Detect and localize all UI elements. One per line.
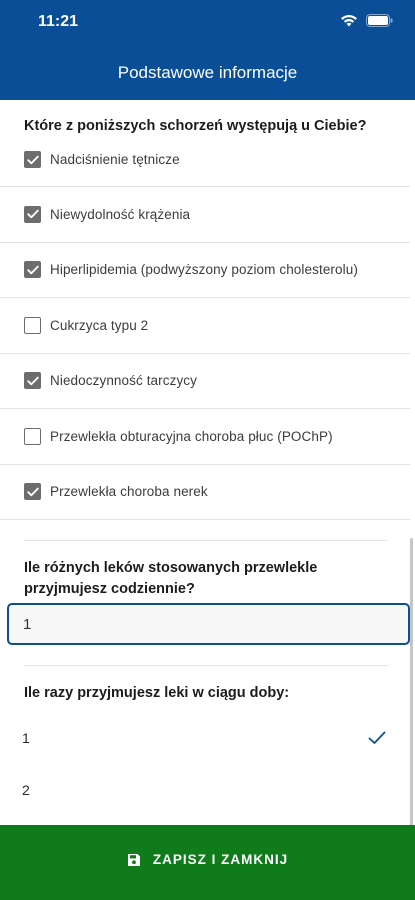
checkmark-icon	[368, 731, 386, 744]
status-time: 11:21	[38, 13, 79, 30]
condition-checkbox-row[interactable]: Niewydolność krążenia	[0, 187, 410, 243]
wifi-icon	[341, 14, 357, 27]
conditions-list: Nadciśnienie tętnicze Niewydolność krążen…	[0, 133, 410, 520]
floppy-disk-icon	[127, 853, 140, 866]
medications-count-field[interactable]	[7, 603, 410, 645]
page-title: Podstawowe informacje	[117, 63, 298, 82]
checkbox-checked-icon[interactable]	[24, 151, 41, 168]
checkbox-checked-icon[interactable]	[24, 372, 41, 390]
condition-label: Hiperlipidemia (podwyższony poziom chole…	[50, 262, 358, 278]
condition-label: Przewlekła obturacyjna choroba płuc (POC…	[50, 428, 333, 444]
condition-label: Przewlekła choroba nerek	[50, 484, 208, 500]
condition-label: Nadciśnienie tętnicze	[50, 152, 180, 167]
save-button-label: ZAPISZ I ZAMKNIJ	[152, 852, 289, 867]
save-and-close-button[interactable]: ZAPISZ I ZAMKNIJ	[127, 852, 288, 867]
condition-label: Niewydolność krążenia	[50, 206, 191, 222]
dose-option-2[interactable]: 2	[0, 765, 410, 817]
dose-option-1[interactable]: 1	[0, 713, 410, 765]
condition-label: Niedoczynność tarczycy	[50, 373, 198, 389]
status-bar: 11:21	[0, 0, 415, 48]
scrollbar[interactable]	[410, 538, 413, 825]
navigation-bar: Podstawowe informacje	[0, 48, 415, 100]
status-icons	[340, 14, 393, 27]
condition-checkbox-row[interactable]: Cukrzyca typu 2	[0, 298, 410, 354]
condition-checkbox-row[interactable]: Nadciśnienie tętnicze	[0, 133, 410, 187]
checkbox-unchecked-icon[interactable]	[24, 316, 41, 334]
divider	[24, 665, 388, 666]
dose-option-label: 2	[22, 782, 30, 798]
checkbox-checked-icon[interactable]	[24, 205, 41, 223]
doses-question: Ile razy przyjmujesz leki w ciągu doby:	[24, 685, 290, 701]
checkbox-checked-icon[interactable]	[24, 261, 41, 279]
checkbox-unchecked-icon[interactable]	[24, 427, 41, 445]
divider	[24, 540, 388, 541]
battery-icon	[366, 14, 393, 27]
save-bar: ZAPISZ I ZAMKNIJ	[0, 825, 415, 900]
medications-question: Ile różnych leków stosowanych przewlekle…	[24, 560, 318, 597]
condition-checkbox-row[interactable]: Przewlekła obturacyjna choroba płuc (POC…	[0, 409, 410, 465]
medications-count-input[interactable]	[9, 605, 408, 643]
dose-option-label: 1	[22, 730, 30, 746]
condition-checkbox-row[interactable]: Niedoczynność tarczycy	[0, 354, 410, 409]
condition-label: Cukrzyca typu 2	[50, 317, 149, 333]
checkbox-checked-icon[interactable]	[24, 483, 41, 501]
form-content[interactable]: Które z poniższych schorzeń występują u …	[0, 100, 415, 825]
condition-checkbox-row[interactable]: Hiperlipidemia (podwyższony poziom chole…	[0, 243, 410, 298]
condition-checkbox-row[interactable]: Przewlekła choroba nerek	[0, 465, 410, 520]
